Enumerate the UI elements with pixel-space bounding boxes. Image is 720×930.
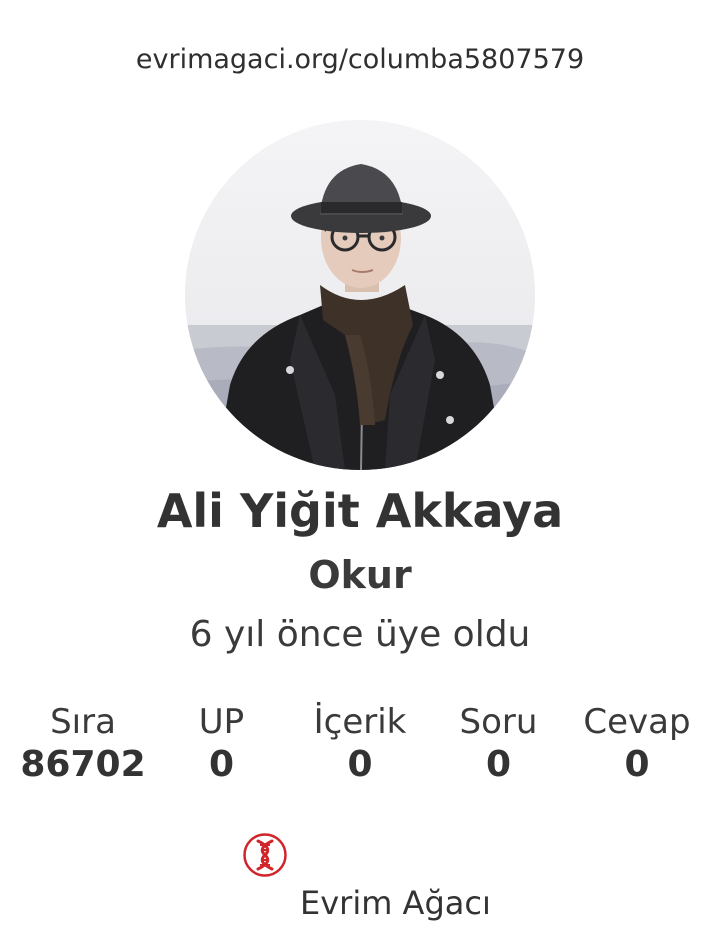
stat-label: Soru (459, 702, 538, 742)
profile-photo (185, 120, 535, 470)
profile-role: Okur (308, 553, 412, 597)
stat-value: 0 (485, 744, 512, 785)
profile-url: evrimagaci.org/columba5807579 (135, 44, 585, 75)
brand-name[interactable]: Evrim Ağacı (300, 884, 491, 922)
stat-content: İçerik 0 (294, 702, 426, 785)
stat-label: UP (198, 702, 245, 742)
stat-value: 0 (347, 744, 373, 785)
stat-value: 0 (624, 744, 650, 785)
stat-label: Cevap (583, 702, 691, 742)
stat-value: 86702 (20, 744, 146, 785)
dna-logo-icon (242, 832, 288, 878)
stats-row: Sıra 86702 UP 0 İçerik 0 Soru 0 Cevap 0 (17, 702, 703, 785)
avatar (185, 120, 535, 470)
stat-rank: Sıra 86702 (17, 702, 149, 785)
stat-up: UP 0 (156, 702, 288, 785)
stat-label: İçerik (313, 702, 407, 742)
stat-label: Sıra (50, 702, 116, 742)
membership-duration: 6 yıl önce üye oldu (189, 614, 531, 655)
stat-answers: Cevap 0 (571, 702, 703, 785)
stat-questions: Soru 0 (433, 702, 565, 785)
profile-name: Ali Yiğit Akkaya (156, 484, 564, 538)
stat-value: 0 (208, 744, 235, 785)
